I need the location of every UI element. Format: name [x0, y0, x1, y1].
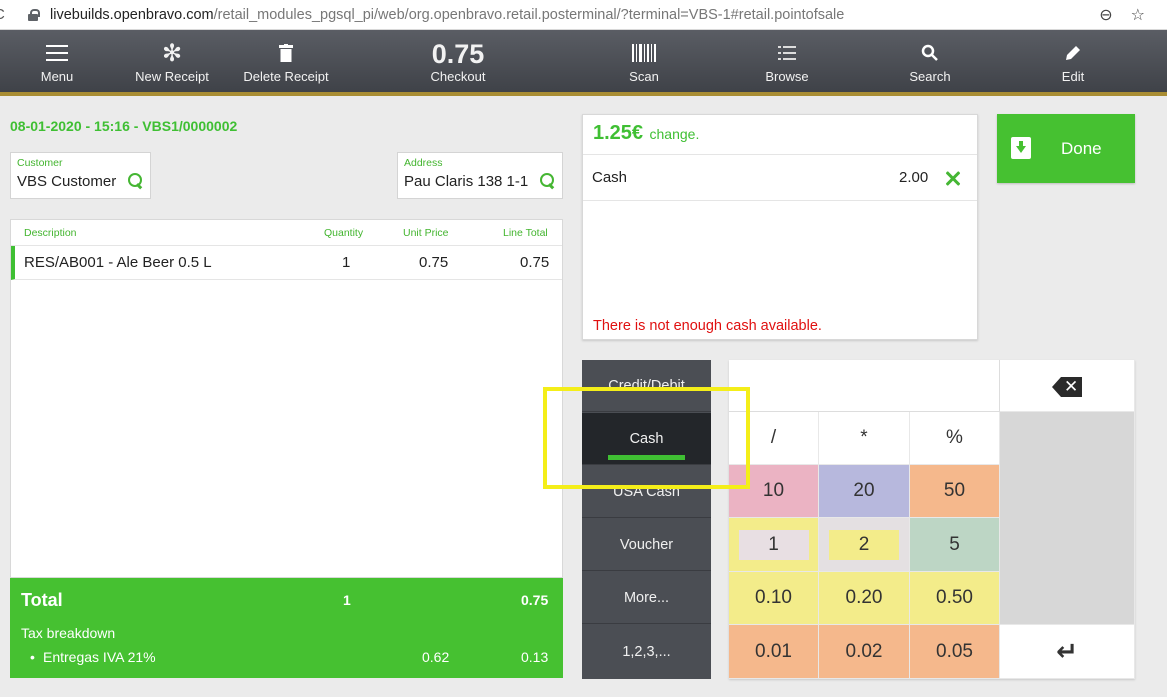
done-button[interactable]: Done [997, 114, 1135, 183]
key-0-50[interactable]: 0.50 [910, 572, 1000, 625]
total-amount: 0.75 [521, 592, 549, 608]
column-description: Description [24, 227, 77, 239]
method-more[interactable]: More... [582, 572, 711, 624]
tax-breakdown-label: Tax breakdown [21, 625, 116, 641]
barcode-icon [632, 41, 656, 65]
edit-button[interactable]: Edit [1003, 30, 1143, 92]
highlight-annotation [543, 387, 750, 489]
browser-url-bar: C livebuilds.openbravo.com/retail_module… [0, 0, 1167, 30]
trash-icon [279, 41, 293, 65]
zoom-icon[interactable]: ⊖ [1099, 5, 1112, 25]
key-0-10[interactable]: 0.10 [729, 572, 819, 625]
enter-icon: ↵ [1056, 636, 1078, 666]
reload-icon[interactable]: C [0, 6, 14, 23]
address-search-icon[interactable] [540, 173, 554, 187]
method-keypad-toggle[interactable]: 1,2,3,... [582, 625, 711, 679]
lock-icon [28, 8, 40, 21]
total-quantity: 1 [343, 592, 351, 608]
checkout-total: 0.75 [431, 39, 485, 69]
column-unit-price: Unit Price [403, 227, 449, 239]
enter-button[interactable]: ↵ [1000, 625, 1135, 679]
pos-toolbar: Menu ✻ New Receipt Delete Receipt 0.75 C… [0, 30, 1167, 96]
tax-amount: 0.13 [521, 649, 549, 665]
backspace-icon: ✕ [1052, 377, 1082, 397]
totals-panel: Total 1 0.75 Tax breakdown • Entregas IV… [10, 578, 563, 678]
table-row[interactable]: RES/AB001 - Ale Beer 0.5 L 1 0.75 0.75 [11, 246, 562, 280]
key-1[interactable]: 1 [738, 529, 809, 560]
key-0-05[interactable]: 0.05 [910, 625, 1000, 679]
tax-bullet: • [30, 649, 35, 665]
customer-field[interactable]: Customer VBS Customer [10, 152, 151, 199]
browse-button[interactable]: Browse [717, 30, 857, 92]
column-quantity: Quantity [324, 227, 364, 239]
remove-payment-icon[interactable] [943, 169, 963, 189]
key-0-02[interactable]: 0.02 [819, 625, 910, 679]
tax-base: 0.62 [422, 649, 450, 665]
column-line-total: Line Total [503, 227, 548, 239]
warning-message: There is not enough cash available. [593, 318, 822, 334]
address-value: Pau Claris 138 1-1 [404, 173, 529, 190]
total-label: Total [21, 590, 63, 610]
key-percent[interactable]: % [910, 412, 1000, 465]
scan-button[interactable]: Scan [574, 30, 714, 92]
backspace-button[interactable]: ✕ [1000, 360, 1135, 412]
key-5[interactable]: 5 [910, 518, 1000, 572]
key-0-01[interactable]: 0.01 [729, 625, 819, 679]
document-number: 08-01-2020 - 15:16 - VBS1/0000002 [10, 118, 238, 134]
tax-name: Entregas IVA 21% [43, 649, 156, 665]
search-icon [921, 41, 939, 65]
url-text[interactable]: livebuilds.openbravo.com/retail_modules_… [50, 7, 844, 23]
checkout-button[interactable]: 0.75 Checkout [388, 30, 528, 92]
key-20[interactable]: 20 [819, 465, 910, 518]
method-voucher[interactable]: Voucher [582, 519, 711, 571]
bookmark-star-icon[interactable]: ☆ [1131, 5, 1145, 25]
pencil-icon [1064, 41, 1082, 65]
list-icon [778, 41, 796, 65]
address-field[interactable]: Address Pau Claris 138 1-1 [397, 152, 563, 199]
keypad: ✕ / * % 10 20 50 1 2 5 0.10 0.20 0.50 0.… [729, 360, 1135, 679]
change-row: 1.25€ change. [583, 115, 977, 155]
customer-search-icon[interactable] [128, 173, 142, 187]
payment-summary: 1.25€ change. Cash 2.00 There is not eno… [582, 114, 978, 340]
keypad-display[interactable] [729, 360, 1000, 412]
key-50[interactable]: 50 [910, 465, 1000, 518]
change-amount: 1.25€ [593, 122, 644, 144]
archive-download-icon [1011, 137, 1031, 159]
key-2-cell[interactable]: 2 [819, 518, 910, 572]
key-multiply[interactable]: * [819, 412, 910, 465]
key-1-cell[interactable]: 1 [729, 518, 819, 572]
payment-amount: 2.00 [899, 169, 929, 186]
keypad-side-panel [1000, 412, 1135, 625]
customer-name: VBS Customer [17, 173, 117, 190]
table-header: Description Quantity Unit Price Line Tot… [11, 220, 562, 246]
key-2[interactable]: 2 [829, 529, 899, 560]
asterisk-icon: ✻ [161, 39, 183, 67]
key-0-20[interactable]: 0.20 [819, 572, 910, 625]
search-button[interactable]: Search [860, 30, 1000, 92]
payment-method-name: Cash [592, 169, 628, 186]
payment-line: Cash 2.00 [583, 155, 977, 201]
receipt-lines-table: Description Quantity Unit Price Line Tot… [10, 219, 563, 578]
delete-receipt-button[interactable]: Delete Receipt [216, 30, 356, 92]
menu-icon [46, 45, 68, 61]
